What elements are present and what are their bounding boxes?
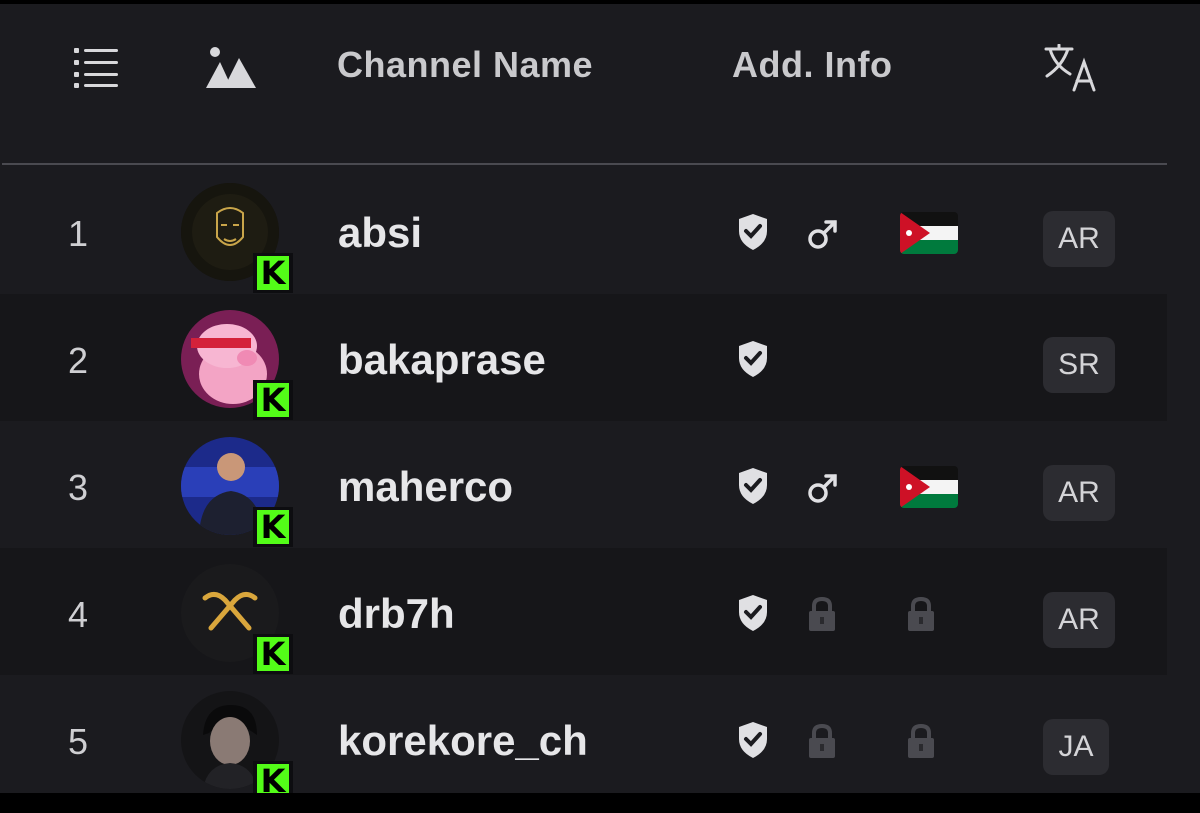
channel-name[interactable]: absi [338, 209, 422, 257]
kick-badge: K [253, 507, 293, 547]
rank-number: 5 [68, 721, 89, 762]
table-header: Channel Name Add. Info [0, 4, 1200, 164]
add-info-header[interactable]: Add. Info [732, 44, 892, 86]
jordan-flag-icon [900, 212, 958, 254]
male-icon [806, 217, 840, 256]
verified-shield-icon [737, 721, 769, 764]
channel-name[interactable]: maherco [338, 463, 513, 511]
table-row[interactable]: 5 K korekore_ch JA [0, 675, 1167, 793]
kick-badge: K [253, 761, 293, 793]
rank-number: 2 [68, 340, 89, 381]
mountains-icon[interactable] [206, 44, 256, 95]
language-badge: JA [1043, 719, 1109, 775]
male-icon [806, 471, 840, 510]
kick-badge: K [253, 634, 293, 674]
rank-number: 1 [68, 213, 89, 254]
channel-name[interactable]: drb7h [338, 590, 455, 638]
jordan-flag-icon [900, 466, 958, 508]
language-badge: AR [1043, 592, 1115, 648]
verified-shield-icon [737, 213, 769, 256]
lock-icon [905, 723, 937, 764]
rank-number: 3 [68, 467, 89, 508]
translate-icon[interactable] [1044, 43, 1100, 97]
lock-icon [806, 596, 838, 637]
verified-shield-icon [737, 594, 769, 637]
verified-shield-icon [737, 467, 769, 510]
verified-shield-icon [737, 340, 769, 383]
table-row[interactable]: 2 K bakaprase SR [0, 294, 1167, 421]
kick-badge: K [253, 380, 293, 420]
lock-icon [806, 723, 838, 764]
table-row[interactable]: 4 K drb7h AR [0, 548, 1167, 675]
kick-badge: K [253, 253, 293, 293]
language-badge: SR [1043, 337, 1115, 393]
list-icon[interactable] [74, 46, 120, 93]
channel-ranking-table: Channel Name Add. Info 1 K absi AR 2 K b… [0, 4, 1200, 793]
table-row[interactable]: 1 K absi AR [0, 167, 1167, 294]
channel-name[interactable]: bakaprase [338, 336, 546, 384]
rank-number: 4 [68, 594, 89, 635]
table-row[interactable]: 3 K maherco AR [0, 421, 1167, 548]
channel-name[interactable]: korekore_ch [338, 717, 588, 765]
language-badge: AR [1043, 465, 1115, 521]
header-divider [2, 163, 1167, 165]
channel-name-header[interactable]: Channel Name [337, 44, 593, 86]
lock-icon [905, 596, 937, 637]
language-badge: AR [1043, 211, 1115, 267]
